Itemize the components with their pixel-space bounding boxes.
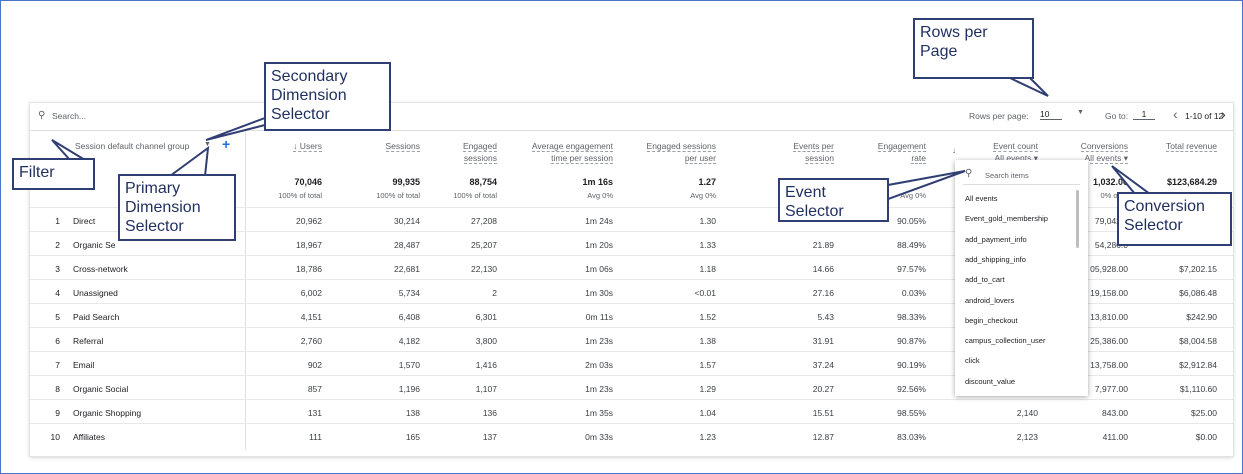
- callout-conversion-selector-text: Conversion Selector: [1124, 198, 1205, 234]
- pointer-primary-dimension: [169, 145, 210, 177]
- callout-rows-per-page: Rows per Page: [913, 18, 1034, 79]
- pointer-rows-per-page: [1009, 77, 1049, 97]
- callout-primary-dimension: Primary Dimension Selector: [118, 174, 236, 241]
- pointer-conversion-selector: [1111, 165, 1151, 195]
- callout-filter-text: Filter: [19, 164, 55, 181]
- callout-conversion-selector: Conversion Selector: [1117, 192, 1232, 246]
- callout-secondary-dimension-text: Secondary Dimension Selector: [271, 68, 348, 123]
- callout-filter: Filter: [12, 158, 95, 190]
- pointer-filter: [51, 139, 86, 161]
- callout-rows-per-page-text: Rows per Page: [920, 24, 988, 60]
- callout-secondary-dimension: Secondary Dimension Selector: [264, 62, 391, 131]
- callout-event-selector-text: Event Selector: [785, 184, 844, 220]
- pointer-event-selector: [887, 170, 966, 200]
- pointer-secondary-dimension: [205, 117, 266, 141]
- callout-event-selector: Event Selector: [778, 178, 889, 222]
- callout-primary-dimension-text: Primary Dimension Selector: [125, 180, 201, 235]
